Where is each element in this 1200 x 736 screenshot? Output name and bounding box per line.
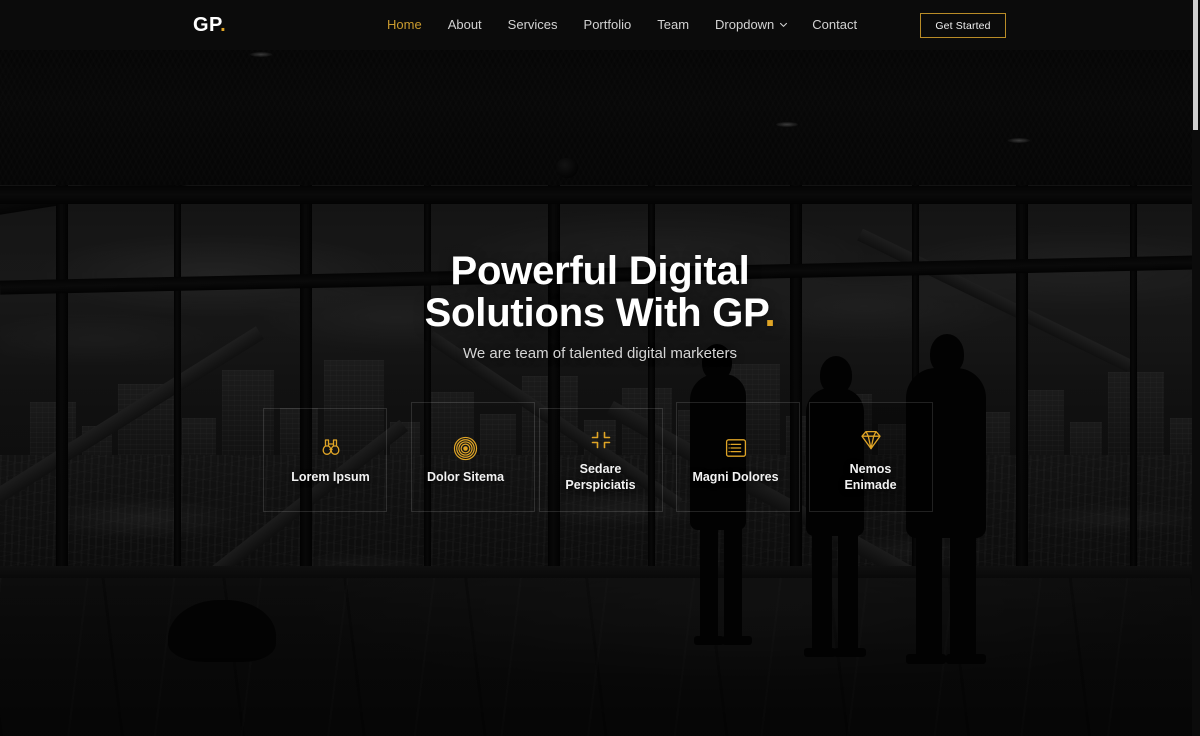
feature-card-magni-dolores[interactable]: Magni Dolores <box>668 402 803 512</box>
feature-card-frame <box>539 408 663 512</box>
nav-item-about[interactable]: About <box>435 0 495 50</box>
feature-card-label: Lorem Ipsum <box>291 470 370 484</box>
nav-item-dropdown[interactable]: Dropdown <box>702 0 799 50</box>
nav-item-home[interactable]: Home <box>374 0 435 50</box>
nav-item-contact[interactable]: Contact <box>799 0 870 50</box>
hero-subtitle: We are team of talented digital marketer… <box>462 345 738 362</box>
nav-item-portfolio[interactable]: Portfolio <box>571 0 645 50</box>
feature-cards: Lorem Ipsum Dolor Sitema Sedare Perspici… <box>263 402 938 512</box>
fullscreen-exit-icon <box>588 427 614 453</box>
feature-card-label: Sedare Perspiciatis <box>565 462 636 492</box>
page-root: GP. Home About Services Portfolio Team D… <box>0 0 1200 736</box>
hero-title: Powerful Digital Solutions With GP. <box>0 250 1200 334</box>
logo-accent-dot: . <box>220 14 227 36</box>
nav-item-team[interactable]: Team <box>644 0 702 50</box>
scrollbar-thumb[interactable] <box>1193 0 1198 130</box>
feature-card-lorem-ipsum[interactable]: Lorem Ipsum <box>263 408 398 512</box>
hero-title-line-2: Solutions With GP <box>424 291 765 335</box>
hero-section: Powerful Digital Solutions With GP. We a… <box>0 0 1200 736</box>
bullseye-icon <box>453 435 479 461</box>
get-started-button[interactable]: Get Started <box>920 13 1006 38</box>
feature-card-sedare-perspiciatis[interactable]: Sedare Perspiciatis <box>533 408 668 512</box>
hero-title-line-1: Powerful Digital <box>450 249 750 293</box>
gem-icon <box>858 427 884 453</box>
feature-card-label: Magni Dolores <box>692 470 779 484</box>
logo-text: GP <box>193 14 221 36</box>
binoculars-icon <box>318 435 344 461</box>
nav-item-services[interactable]: Services <box>495 0 571 50</box>
feature-card-nemos-enimade[interactable]: Nemos Enimade <box>803 402 938 512</box>
main-navigation: Home About Services Portfolio Team Dropd… <box>374 0 870 50</box>
site-header: GP. Home About Services Portfolio Team D… <box>0 0 1200 50</box>
feature-card-label: Dolor Sitema <box>426 470 505 484</box>
feature-card-frame <box>809 402 933 512</box>
list-icon <box>723 435 749 461</box>
chevron-down-icon <box>779 20 788 29</box>
nav-item-dropdown-label: Dropdown <box>715 17 775 32</box>
hero-title-accent-dot: . <box>764 291 776 335</box>
feature-card-label: Nemos Enimade <box>844 462 897 492</box>
feature-card-dolor-sitema[interactable]: Dolor Sitema <box>398 402 535 512</box>
site-logo[interactable]: GP. <box>193 14 226 36</box>
